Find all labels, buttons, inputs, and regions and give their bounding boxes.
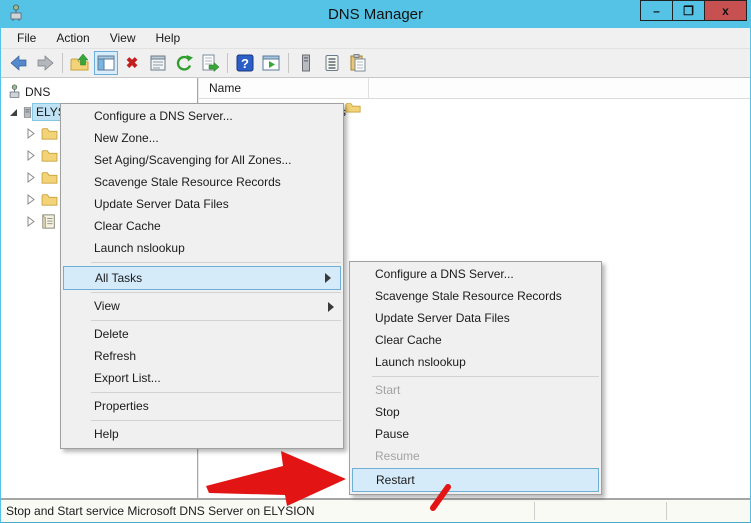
submenu-item-restart[interactable]: Restart [352,468,599,492]
close-button[interactable]: x [704,0,747,21]
status-bar: Stop and Start service Microsoft DNS Ser… [1,498,750,522]
occluded-folder-icon-fragment [345,101,361,113]
menu-separator [91,392,341,394]
submenu-arrow-icon [328,302,334,312]
export-list-icon[interactable] [198,51,222,75]
tree-node-dns-root[interactable]: DNS [1,83,197,101]
menu-bar: File Action View Help [1,28,750,49]
up-folder-icon[interactable] [68,51,92,75]
submenu-arrow-icon [325,273,331,283]
console-tree-icon[interactable] [94,51,118,75]
svg-text:?: ? [241,56,249,71]
menu-item-refresh[interactable]: Refresh [61,346,343,368]
menu-item-label: All Tasks [95,271,142,285]
menu-item-view[interactable]: View [61,296,343,318]
dns-root-icon [7,84,22,100]
expanded-triangle-icon[interactable] [7,106,19,118]
menu-action[interactable]: Action [46,29,99,47]
menu-separator [91,292,341,294]
forward-icon[interactable] [33,51,57,75]
toolbar-separator [227,53,228,73]
submenu-item-stop[interactable]: Stop [350,402,601,424]
window-title: DNS Manager [1,6,750,23]
maximize-button[interactable]: ❐ [672,0,705,21]
clipboard-icon[interactable] [346,51,370,75]
menu-item-update-server-data[interactable]: Update Server Data Files [61,194,343,216]
menu-separator [91,262,341,264]
toolbar-separator [288,53,289,73]
collapsed-triangle-icon[interactable] [25,149,37,161]
status-bar-divider [666,502,667,520]
collapsed-triangle-icon[interactable] [25,171,37,183]
menu-separator [372,376,599,378]
submenu-item-configure-dns-server[interactable]: Configure a DNS Server... [350,264,601,286]
properties-icon[interactable] [146,51,170,75]
menu-item-new-zone[interactable]: New Zone... [61,128,343,150]
delete-icon[interactable]: ✖ [120,51,144,75]
status-bar-divider [534,502,535,520]
refresh-icon[interactable] [172,51,196,75]
back-icon[interactable] [7,51,31,75]
collapsed-triangle-icon[interactable] [25,215,37,227]
menu-separator [91,320,341,322]
collapsed-triangle-icon[interactable] [25,127,37,139]
menu-item-configure-dns-server[interactable]: Configure a DNS Server... [61,106,343,128]
menu-item-label: View [94,299,120,313]
submenu-item-start: Start [350,380,601,402]
dns-manager-window: DNS Manager – ❐ x File Action View Help … [0,0,751,523]
menu-item-all-tasks[interactable]: All Tasks [63,266,341,290]
record-list-icon[interactable] [320,51,344,75]
menu-file[interactable]: File [7,29,46,47]
submenu-item-resume: Resume [350,446,601,468]
menu-view[interactable]: View [100,29,146,47]
menu-item-scavenge[interactable]: Scavenge Stale Resource Records [61,172,343,194]
submenu-item-scavenge[interactable]: Scavenge Stale Resource Records [350,286,601,308]
menu-item-properties[interactable]: Properties [61,396,343,418]
help-icon[interactable]: ? [233,51,257,75]
context-menu: Configure a DNS Server... New Zone... Se… [60,103,344,449]
toolbar-separator [62,53,63,73]
submenu-item-launch-nslookup[interactable]: Launch nslookup [350,352,601,374]
status-text: Stop and Start service Microsoft DNS Ser… [6,504,315,518]
menu-item-help[interactable]: Help [61,424,343,446]
minimize-button[interactable]: – [640,0,673,21]
collapsed-triangle-icon[interactable] [25,193,37,205]
menu-item-export-list[interactable]: Export List... [61,368,343,390]
menu-separator [91,420,341,422]
menu-item-delete[interactable]: Delete [61,324,343,346]
folder-icon [41,192,58,206]
folder-icon [41,126,58,140]
folder-icon [41,148,58,162]
submenu-item-update-server-data[interactable]: Update Server Data Files [350,308,601,330]
submenu-item-clear-cache[interactable]: Clear Cache [350,330,601,352]
log-icon [41,214,57,229]
tree-node-label: DNS [22,84,53,100]
menu-item-clear-cache[interactable]: Clear Cache [61,216,343,238]
server-icon [22,105,33,120]
menu-help[interactable]: Help [146,29,191,47]
menu-item-set-aging[interactable]: Set Aging/Scavenging for All Zones... [61,150,343,172]
menu-item-launch-nslookup[interactable]: Launch nslookup [61,238,343,260]
folder-icon [41,170,58,184]
submenu-item-pause[interactable]: Pause [350,424,601,446]
all-tasks-submenu: Configure a DNS Server... Scavenge Stale… [349,261,602,495]
toolbar: ✖ ? [1,49,750,78]
app-icon [8,4,24,22]
list-header-row: Name [199,78,750,99]
action-pane-icon[interactable] [259,51,283,75]
server-icon[interactable] [294,51,318,75]
column-header-name[interactable]: Name [199,78,369,98]
title-bar: DNS Manager – ❐ x [1,0,750,28]
